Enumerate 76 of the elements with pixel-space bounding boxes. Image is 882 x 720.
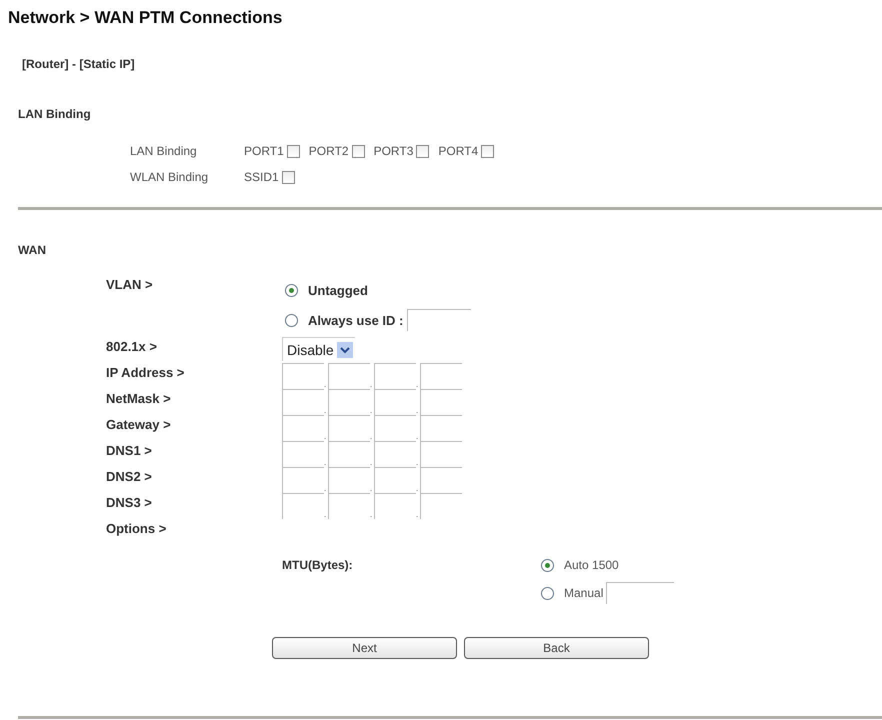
input-field[interactable] [282,415,324,441]
section-heading: LAN Binding [18,107,92,121]
dropdown[interactable]: Disable [282,337,355,361]
separator-dot: . [324,459,328,467]
separator-dot: . [416,381,420,389]
input-field[interactable] [328,415,370,441]
form-button[interactable]: Next [272,637,457,659]
separator-dot: . [416,485,420,493]
field-label: IP Address > [106,364,186,382]
checkbox[interactable] [352,144,365,158]
separator-dot: . [370,433,374,441]
radio-button[interactable] [541,558,554,572]
separator-dot: . [370,485,374,493]
input-field[interactable] [282,441,324,467]
field-label: Gateway > [106,416,172,434]
input-field[interactable] [328,467,370,493]
input-field[interactable] [374,467,416,493]
input-field[interactable] [420,389,462,415]
radio-button[interactable] [285,284,298,296]
input-field[interactable] [374,415,416,441]
checkbox[interactable] [416,144,430,158]
radio-label: Always use ID : [308,312,404,328]
separator-dot: . [324,433,328,441]
input-field[interactable] [420,441,462,467]
section-heading: WAN [18,243,47,257]
binding-label: LAN Binding [130,144,198,158]
caret-icon [336,342,353,358]
input-field[interactable] [328,441,370,467]
input-field[interactable] [420,415,462,441]
checkbox[interactable] [481,144,494,158]
field-label: VLAN > [106,276,154,294]
field-label: DNS2 > [106,468,153,486]
separator-dot: . [324,381,328,389]
field-label: MTU(Bytes): [282,557,354,574]
input-field[interactable] [374,363,416,389]
port-label: PORT2 [308,144,349,158]
radio-label: Untagged [308,282,368,298]
radio-button[interactable] [285,314,298,326]
port-label: PORT4 [438,144,478,158]
separator-dot: . [370,511,374,519]
separator-dot: . [370,381,374,389]
field-label: DNS1 > [106,442,153,460]
separator-dot: . [416,511,420,519]
field-label: NetMask > [106,390,172,408]
radio-label: Auto 1500 [564,558,619,572]
input-field[interactable] [282,363,324,389]
separator-dot: . [416,433,420,441]
separator-dot: . [324,485,328,493]
radio-button[interactable] [541,586,554,600]
form-button[interactable]: Back [464,637,649,659]
port-label: PORT1 [244,144,284,158]
input-field[interactable] [328,389,370,415]
binding-label: WLAN Binding [130,170,210,184]
input-field[interactable] [374,441,416,467]
separator-dot: . [416,407,420,415]
separator-dot: . [416,459,420,467]
input-field[interactable] [282,467,324,493]
separator-dot: . [324,511,328,519]
input-field[interactable] [282,389,324,415]
separator-dot: . [324,407,328,415]
input-field[interactable] [420,363,462,389]
field-label: Options > [106,520,168,538]
field-label: DNS3 > [106,494,153,512]
page-title: Network > WAN PTM Connections [7,7,284,28]
mode-text: [Router] - [Static IP] [22,57,136,71]
separator-dot: . [370,407,374,415]
input-field[interactable] [374,389,416,415]
checkbox[interactable] [286,144,300,158]
port-label: SSID1 [244,170,279,184]
field-label: 802.1x > [106,338,158,356]
checkbox[interactable] [282,170,295,184]
radio-label: Manual [564,586,604,600]
separator-dot: . [370,459,374,467]
input-field[interactable] [420,467,462,493]
port-label: PORT3 [374,144,414,158]
input-field[interactable] [328,363,370,389]
